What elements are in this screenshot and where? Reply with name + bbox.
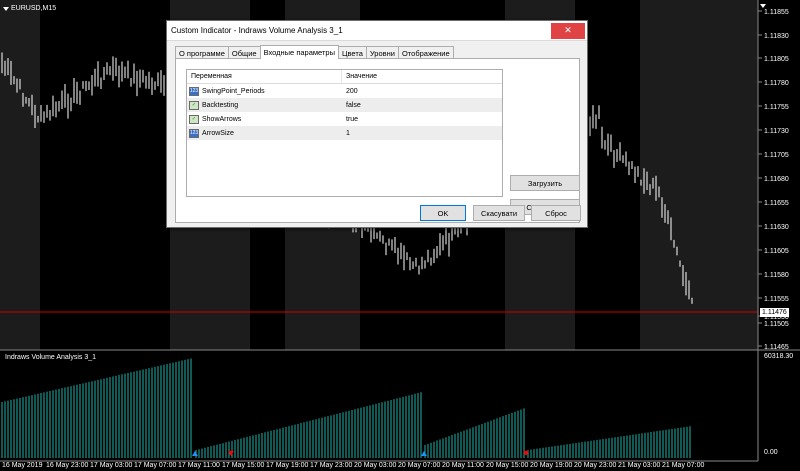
price-tick-label: 1.11465 [764, 344, 789, 351]
price-axis: 1.11855 1.11830 1.11805 1.11780 1.11755 1.117… [758, 9, 789, 351]
custom-indicator-dialog: Custom Indicator - Indraws Volume Analys… [166, 20, 588, 228]
current-price-tag: 1.11476 [760, 308, 789, 317]
param-name: ArrowSize [202, 129, 234, 137]
param-row[interactable]: 123 SwingPoint_Periods 200 [187, 84, 502, 98]
price-tick-label: 1.11605 [764, 248, 789, 255]
tab-inputs[interactable]: Входные параметры [259, 45, 339, 59]
price-tick-label: 1.11780 [764, 80, 789, 87]
param-name: SwingPoint_Periods [202, 87, 265, 95]
header-value[interactable]: Значение [342, 70, 502, 83]
inputs-panel: Переменная Значение 123 SwingPoint_Perio… [175, 58, 580, 223]
param-value[interactable]: 1 [342, 126, 502, 140]
ok-button[interactable]: OK [420, 205, 466, 221]
indicator-max-value: 60318.30 [764, 353, 794, 360]
price-axis-marker-icon [760, 4, 766, 8]
param-value[interactable]: 200 [342, 84, 502, 98]
price-tick-label: 1.11630 [764, 224, 789, 231]
session-band [0, 0, 40, 350]
time-tick-label: 17 May 07:00 [134, 462, 177, 469]
symbol-text: EURUSD,M15 [11, 5, 57, 12]
boolean-type-icon: ✓ [189, 114, 199, 124]
time-tick-label: 20 May 15:00 [486, 462, 529, 469]
price-tick-label: 1.11730 [764, 128, 789, 135]
grid-header: Переменная Значение [187, 70, 502, 84]
buy-arrow-icon [421, 451, 427, 456]
time-tick-label: 17 May 03:00 [90, 462, 133, 469]
time-tick-label: 21 May 03:00 [618, 462, 661, 469]
price-tick-label: 1.11830 [764, 33, 789, 40]
price-tick-label: 1.11855 [764, 9, 789, 16]
price-tick-label: 1.11705 [764, 152, 789, 159]
param-name: ShowArrows [202, 115, 242, 123]
time-tick-label: 21 May 07:00 [662, 462, 705, 469]
price-tick-label: 1.11580 [764, 272, 789, 279]
time-axis: 16 May 2019 16 May 23:00 17 May 03:00 17 Ma… [2, 462, 705, 469]
param-row[interactable]: 123 ArrowSize 1 [187, 126, 502, 140]
time-tick-label: 20 May 03:00 [354, 462, 397, 469]
time-tick-label: 17 May 15:00 [222, 462, 265, 469]
time-tick-label: 17 May 11:00 [178, 462, 220, 469]
cancel-button[interactable]: Скасувати [473, 205, 525, 221]
close-icon: ✕ [564, 25, 572, 35]
dialog-titlebar[interactable]: Custom Indicator - Indraws Volume Analys… [167, 21, 587, 41]
dropdown-triangle-icon [3, 6, 9, 11]
time-tick-label: 20 May 11:00 [442, 462, 484, 469]
tab-strip: О программе Общие Входные параметры Цвет… [175, 45, 454, 59]
time-tick-label: 16 May 23:00 [46, 462, 89, 469]
price-tick-label: 1.11680 [764, 176, 789, 183]
price-tick-label: 1.11805 [764, 56, 789, 63]
time-tick-label: 20 May 19:00 [530, 462, 573, 469]
load-button[interactable]: Загрузить [510, 175, 580, 191]
dialog-title: Custom Indicator - Indraws Volume Analys… [171, 26, 343, 35]
indicator-min-value: 0.00 [764, 449, 778, 456]
parameters-grid: Переменная Значение 123 SwingPoint_Perio… [186, 69, 503, 197]
time-tick-label: 17 May 23:00 [310, 462, 353, 469]
time-tick-label: 17 May 19:00 [266, 462, 309, 469]
price-tick-label: 1.11755 [764, 104, 789, 111]
numeric-type-icon: 123 [189, 86, 199, 96]
time-tick-label: 20 May 07:00 [398, 462, 441, 469]
price-tick-label: 1.11555 [764, 296, 789, 303]
close-button[interactable]: ✕ [551, 22, 585, 39]
param-row[interactable]: ✓ Backtesting false [187, 98, 502, 112]
price-tick-label: 1.11505 [764, 321, 789, 328]
time-tick-label: 20 May 23:00 [574, 462, 617, 469]
param-row[interactable]: ✓ ShowArrows true [187, 112, 502, 126]
param-value[interactable]: true [342, 112, 502, 126]
session-band [640, 0, 758, 350]
price-tick-label: 1.11655 [764, 200, 789, 207]
param-name: Backtesting [202, 101, 239, 109]
numeric-type-icon: 123 [189, 128, 199, 138]
indicator-name: Indraws Volume Analysis 3_1 [5, 354, 97, 361]
buy-arrow-icon [192, 451, 198, 456]
param-value[interactable]: false [342, 98, 502, 112]
time-tick-label: 16 May 2019 [2, 462, 43, 469]
boolean-type-icon: ✓ [189, 100, 199, 110]
volume-histogram [1, 358, 691, 458]
reset-button[interactable]: Сброс [531, 205, 581, 221]
symbol-label: EURUSD,M15 [3, 5, 56, 12]
header-variable[interactable]: Переменная [187, 70, 342, 83]
